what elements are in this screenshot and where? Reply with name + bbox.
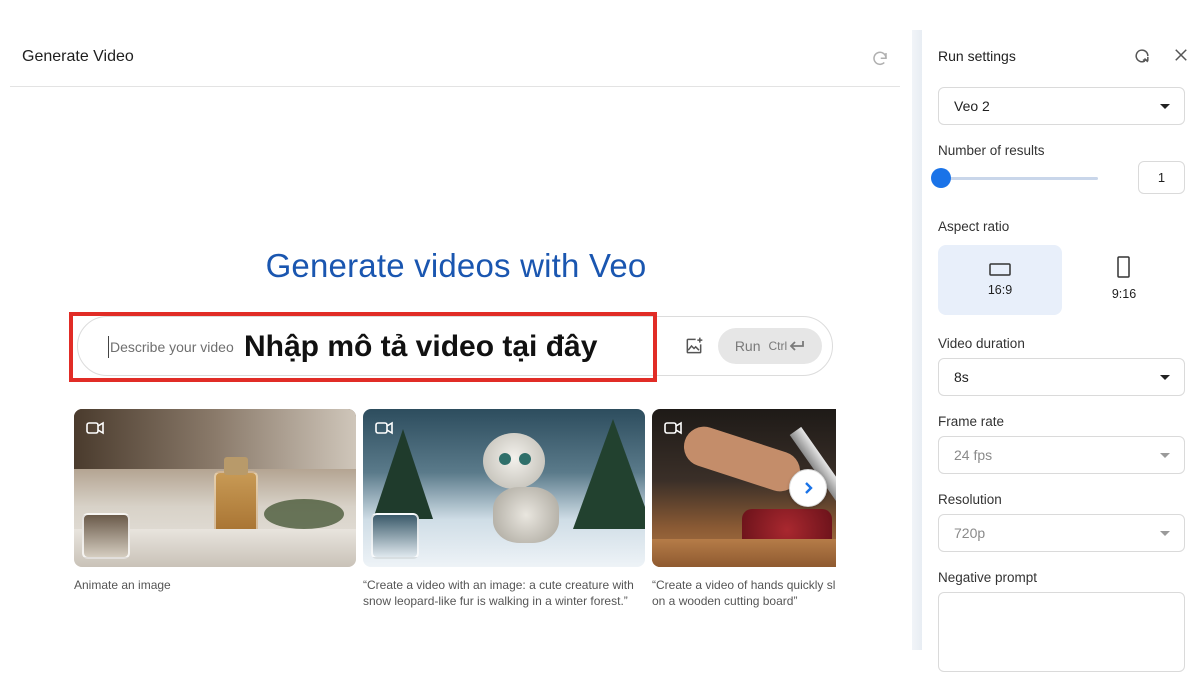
run-settings-panel: Run settings Veo 2 Number of results 1 A…	[922, 30, 1200, 672]
resolution-value: 720p	[954, 525, 986, 541]
aspect-ratio-label: Aspect ratio	[938, 219, 1010, 234]
bottle-cap	[224, 457, 248, 475]
example-thumbnail[interactable]	[74, 409, 356, 567]
frame-rate-label: Frame rate	[938, 414, 1005, 429]
example-caption: “Create a video of hands quickly sl on a…	[652, 577, 836, 609]
hero-heading: Generate videos with Veo	[0, 247, 912, 285]
source-image-inset	[82, 513, 130, 559]
snow-leopard-head	[483, 433, 545, 489]
landscape-ratio-icon	[989, 263, 1011, 276]
frame-rate-value: 24 fps	[954, 447, 993, 463]
close-icon[interactable]	[1172, 46, 1190, 64]
pine-tree	[573, 419, 645, 529]
negative-prompt-label: Negative prompt	[938, 570, 1038, 585]
video-camera-icon	[660, 417, 686, 439]
model-select-value: Veo 2	[954, 98, 990, 114]
resolution-label: Resolution	[938, 492, 1002, 507]
resolution-select[interactable]: 720p	[938, 514, 1185, 552]
video-duration-select[interactable]: 8s	[938, 358, 1185, 396]
enter-key-icon	[789, 341, 805, 351]
results-slider-track[interactable]	[940, 177, 1098, 180]
cutting-board	[652, 539, 836, 567]
video-camera-icon	[82, 417, 108, 439]
callout-text: Nhập mô tả video tại đây	[240, 327, 602, 367]
results-number-field[interactable]: 1	[1138, 161, 1185, 194]
model-select[interactable]: Veo 2	[938, 87, 1185, 125]
example-card[interactable]: “Create a video of hands quickly sl on a…	[652, 409, 836, 609]
video-duration-label: Video duration	[938, 336, 1025, 351]
page-title: Generate Video	[22, 48, 134, 65]
run-shortcut-key: Ctrl	[768, 339, 788, 353]
video-camera-icon	[371, 417, 397, 439]
run-button[interactable]: Run Ctrl	[718, 328, 822, 364]
leopard-eye	[519, 453, 531, 465]
frame-rate-select[interactable]: 24 fps	[938, 436, 1185, 474]
main-area: Generate Video Generate videos with Veo …	[0, 0, 912, 675]
hand	[678, 421, 806, 497]
caption-line: on a wooden cutting board”	[652, 594, 798, 608]
reset-settings-icon[interactable]	[1132, 46, 1152, 66]
aspect-option-9-16[interactable]: 9:16	[1062, 245, 1186, 315]
caption-line: “Create a video with an image: a cute cr…	[363, 578, 634, 592]
dropdown-caret-icon	[1160, 531, 1170, 536]
video-duration-value: 8s	[954, 369, 969, 385]
number-of-results-label: Number of results	[938, 143, 1045, 158]
hero-heading-suffix: with Veo	[510, 247, 647, 284]
example-caption: Animate an image	[74, 577, 356, 593]
example-card[interactable]: “Create a video with an image: a cute cr…	[363, 409, 645, 609]
pine-tree	[373, 429, 433, 519]
caption-line: “Create a video of hands quickly sl	[652, 578, 836, 592]
dropdown-caret-icon	[1160, 453, 1170, 458]
hero-heading-prefix: Generate videos	[265, 247, 511, 284]
dropdown-caret-icon	[1160, 104, 1170, 109]
caption-line: snow leopard-like fur is walking in a wi…	[363, 594, 628, 608]
leaves	[264, 499, 344, 529]
run-shortcut: Ctrl	[769, 339, 806, 353]
aspect-option-label: 9:16	[1111, 287, 1137, 301]
results-slider-thumb[interactable]	[931, 168, 951, 188]
thumbnail-scene-bg	[74, 409, 356, 469]
example-thumbnail[interactable]	[363, 409, 645, 567]
aspect-option-16-9[interactable]: 16:9	[938, 245, 1062, 315]
snow-leopard-body	[493, 487, 559, 543]
chevron-right-icon	[805, 482, 813, 494]
refresh-icon[interactable]	[871, 50, 889, 68]
gallery-next-button[interactable]	[789, 469, 827, 507]
add-image-icon[interactable]	[684, 336, 704, 356]
panel-title: Run settings	[938, 48, 1016, 64]
aspect-option-label: 16:9	[987, 283, 1013, 297]
panel-divider	[912, 30, 922, 650]
caption-line: Animate an image	[74, 578, 171, 592]
dropdown-caret-icon	[1160, 375, 1170, 380]
example-gallery: Animate an image “Create a video with an…	[74, 409, 836, 619]
portrait-ratio-icon	[1117, 256, 1130, 278]
run-label: Run	[734, 338, 761, 354]
leopard-eye	[499, 453, 511, 465]
negative-prompt-input[interactable]	[938, 592, 1185, 672]
source-image-inset	[371, 513, 419, 559]
example-card[interactable]: Animate an image	[74, 409, 356, 593]
header-divider	[10, 86, 900, 87]
example-caption: “Create a video with an image: a cute cr…	[363, 577, 645, 609]
